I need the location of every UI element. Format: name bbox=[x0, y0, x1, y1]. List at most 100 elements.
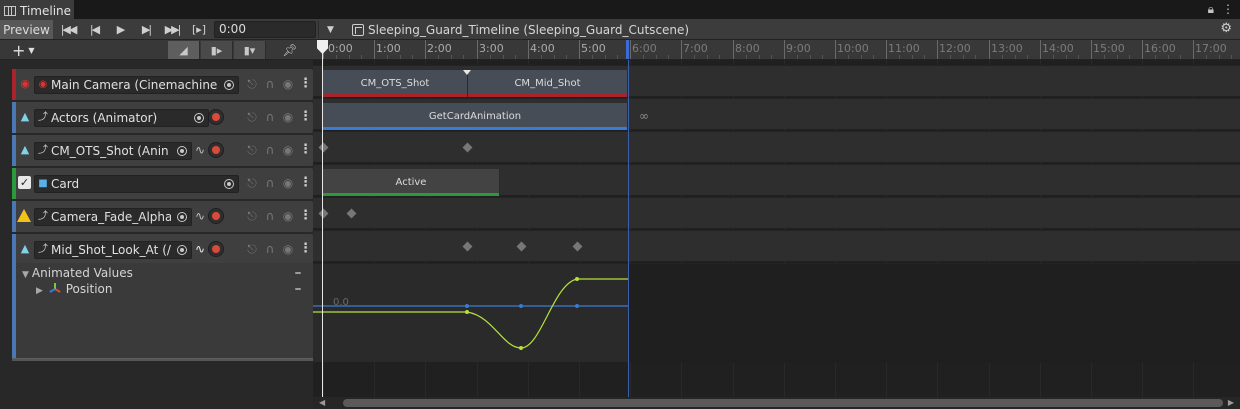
clip-get-card-animation[interactable]: GetCardAnimation bbox=[323, 103, 628, 130]
clip-cm-ots-shot[interactable]: CM_OTS_Shot bbox=[323, 70, 468, 97]
curve-key bbox=[519, 304, 523, 308]
kebab-icon[interactable]: ⋮ bbox=[1222, 2, 1234, 17]
pin-icon[interactable]: ⎋ bbox=[244, 175, 260, 191]
time-ruler[interactable]: 0:00 1:00 2:00 3:00 4:00 5:00 6:00 7:00 8:00 9:00… bbox=[313, 40, 1240, 60]
object-picker-icon[interactable] bbox=[177, 245, 187, 255]
track-header-cm-ots-shot[interactable]: ▲ ⤴ CM_OTS_Shot (Anin ∿ ⎋ ∩ ◉ ⋮ bbox=[12, 135, 313, 166]
go-to-start-icon[interactable]: |◀◀ bbox=[55, 20, 81, 39]
object-picker-icon[interactable] bbox=[194, 113, 204, 123]
track-options-kebab-icon[interactable]: ⋮ bbox=[299, 109, 312, 125]
clip-cm-mid-shot[interactable]: CM_Mid_Shot bbox=[468, 70, 628, 97]
track-options-kebab-icon[interactable]: ⋮ bbox=[299, 175, 312, 191]
playhead-line[interactable] bbox=[322, 40, 323, 397]
scroll-right-arrow-icon[interactable]: ▶ bbox=[1228, 397, 1234, 409]
curve-visibility-dot[interactable] bbox=[295, 272, 301, 274]
visibility-eye-icon[interactable]: ◉ bbox=[280, 109, 296, 125]
track-header-actors[interactable]: ▲ ⤴ Actors (Animator) ⎋ ∩ ◉ ⋮ bbox=[12, 102, 313, 133]
lock-icon[interactable]: ∩ bbox=[262, 109, 278, 125]
binding-field-camera-fade-alpha[interactable]: ⤴ Camera_Fade_Alpha bbox=[34, 208, 192, 226]
curve-editor[interactable]: 0.0 bbox=[313, 263, 1240, 363]
visibility-eye-icon[interactable]: ◉ bbox=[280, 241, 296, 257]
time-field[interactable]: 0:00 bbox=[214, 21, 316, 38]
next-frame-icon[interactable]: ▶| bbox=[133, 20, 159, 39]
tab-timeline[interactable]: Timeline bbox=[0, 0, 74, 19]
track-options-kebab-icon[interactable]: ⋮ bbox=[299, 241, 312, 257]
keyframe[interactable] bbox=[462, 241, 473, 252]
pin-icon[interactable]: ⎋ bbox=[244, 109, 260, 125]
ruler-label: 7:00 bbox=[683, 42, 708, 55]
ripple-mode-icon[interactable]: ▮▸ bbox=[201, 41, 233, 59]
horizontal-scrollbar[interactable]: ◀ ▶ bbox=[313, 397, 1240, 409]
object-picker-icon[interactable] bbox=[177, 212, 187, 222]
keyframe[interactable] bbox=[318, 208, 329, 219]
track-options-kebab-icon[interactable]: ⋮ bbox=[299, 76, 312, 92]
record-button[interactable] bbox=[208, 109, 224, 125]
record-button[interactable] bbox=[208, 142, 224, 158]
ruler-label: 9:00 bbox=[786, 42, 811, 55]
curve-visibility-dot[interactable] bbox=[295, 288, 301, 290]
preview-button[interactable]: Preview bbox=[0, 20, 53, 39]
settings-gear-icon[interactable]: ⚙ bbox=[1220, 21, 1232, 36]
record-button[interactable] bbox=[208, 208, 224, 224]
ruler-label: 0:00 bbox=[328, 42, 353, 55]
binding-field-actors[interactable]: ⤴ Actors (Animator) bbox=[34, 109, 209, 127]
curves-toggle-icon[interactable]: ∿ bbox=[192, 142, 208, 158]
visibility-eye-icon[interactable]: ◉ bbox=[280, 76, 296, 92]
previous-frame-icon[interactable]: |◀ bbox=[81, 20, 107, 39]
curve-graph[interactable] bbox=[313, 264, 1240, 363]
activation-checkbox[interactable]: ✓ bbox=[18, 176, 31, 189]
keyframe[interactable] bbox=[318, 142, 329, 153]
pin-icon[interactable]: 📌︎ bbox=[280, 41, 300, 59]
record-button[interactable] bbox=[208, 241, 224, 257]
animated-values-group[interactable]: ▼ Animated Values bbox=[22, 266, 133, 280]
curves-toggle-icon[interactable]: ∿ bbox=[192, 208, 208, 224]
binding-field-card[interactable]: ■ Card bbox=[34, 175, 239, 193]
clip-area[interactable]: CM_OTS_Shot CM_Mid_Shot GetCardAnimation… bbox=[313, 60, 1240, 397]
go-to-end-icon[interactable]: ▶▶| bbox=[159, 20, 185, 39]
timeline-selector-dropdown[interactable]: ▼ bbox=[318, 21, 342, 38]
lock-icon[interactable]: ∩ bbox=[262, 76, 278, 92]
replace-mode-icon[interactable]: ▮▾ bbox=[234, 41, 266, 59]
visibility-eye-icon[interactable]: ◉ bbox=[280, 208, 296, 224]
animation-track-icon: ▲ bbox=[20, 110, 30, 123]
object-picker-icon[interactable] bbox=[224, 80, 234, 90]
pin-icon[interactable]: ⎋ bbox=[244, 241, 260, 257]
lock-icon[interactable]: ∩ bbox=[262, 142, 278, 158]
collapse-triangle-icon[interactable]: ▶ bbox=[36, 286, 43, 296]
keyframe[interactable] bbox=[516, 241, 527, 252]
binding-field-main-camera[interactable]: ◉ Main Camera (Cinemachine bbox=[34, 76, 239, 94]
lock-icon[interactable]: ∩ bbox=[262, 208, 278, 224]
pin-icon[interactable]: ⎋ bbox=[244, 142, 260, 158]
lock-icon[interactable]: ∩ bbox=[262, 241, 278, 257]
keyframe[interactable] bbox=[572, 241, 583, 252]
scroll-left-arrow-icon[interactable]: ◀ bbox=[319, 397, 325, 409]
visibility-eye-icon[interactable]: ◉ bbox=[280, 175, 296, 191]
add-track-button[interactable]: + ▼ bbox=[12, 40, 35, 60]
track-options-kebab-icon[interactable]: ⋮ bbox=[299, 142, 312, 158]
scrollbar-thumb[interactable] bbox=[343, 399, 1223, 407]
object-picker-icon[interactable] bbox=[177, 146, 187, 156]
ruler-label: 16:00 bbox=[1144, 42, 1176, 55]
binding-field-mid-shot-look-at[interactable]: ⤴ Mid_Shot_Look_At (/ bbox=[34, 241, 192, 259]
keyframe[interactable] bbox=[462, 142, 473, 153]
lock-icon[interactable]: ∩ bbox=[262, 175, 278, 191]
track-header-camera-fade-alpha[interactable]: ⤴ Camera_Fade_Alpha ∿ ⎋ ∩ ◉ ⋮ bbox=[12, 201, 313, 232]
pin-icon[interactable]: ⎋ bbox=[244, 208, 260, 224]
track-header-mid-shot-look-at[interactable]: ▲ ⤴ Mid_Shot_Look_At (/ ∿ ⎋ ∩ ◉ ⋮ bbox=[12, 234, 313, 265]
play-icon[interactable]: ▶ bbox=[107, 20, 133, 39]
expand-triangle-icon[interactable]: ▼ bbox=[22, 270, 29, 280]
binding-field-cm-ots-shot[interactable]: ⤴ CM_OTS_Shot (Anin bbox=[34, 142, 192, 160]
property-position[interactable]: ▶ Position bbox=[36, 282, 112, 296]
track-options-kebab-icon[interactable]: ⋮ bbox=[299, 208, 312, 224]
object-picker-icon[interactable] bbox=[224, 179, 234, 189]
keyframe[interactable] bbox=[346, 208, 357, 219]
lock-icon[interactable]: 🔒︎ bbox=[1208, 2, 1214, 17]
track-header-main-camera[interactable]: ◉ ◉ Main Camera (Cinemachine ⎋ ∩ ◉ ⋮ bbox=[12, 69, 313, 100]
pin-icon[interactable]: ⎋ bbox=[244, 76, 260, 92]
clip-active[interactable]: Active bbox=[323, 169, 500, 196]
clip-edit-mode-icon[interactable]: ◢ bbox=[168, 41, 200, 59]
play-range-icon[interactable]: [▸] bbox=[186, 20, 212, 39]
track-header-card[interactable]: ✓ ■ Card ⎋ ∩ ◉ ⋮ bbox=[12, 168, 313, 199]
curves-toggle-icon[interactable]: ∿ bbox=[192, 241, 208, 257]
visibility-eye-icon[interactable]: ◉ bbox=[280, 142, 296, 158]
